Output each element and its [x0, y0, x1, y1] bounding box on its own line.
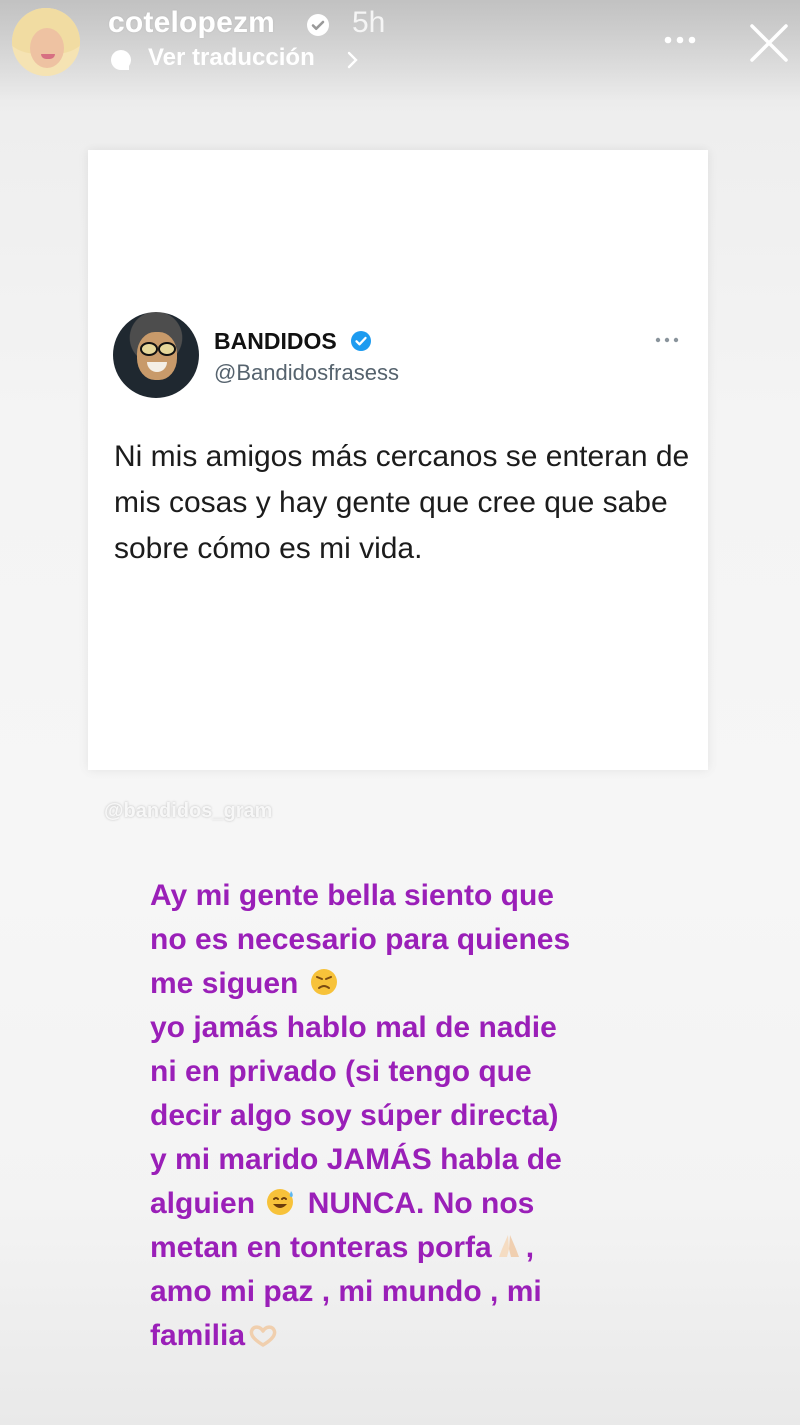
- caption-line: metan en tonteras porfa ,: [150, 1226, 670, 1270]
- tweet-avatar-face: [137, 332, 177, 380]
- caption-text: metan en tonteras porfa: [150, 1231, 492, 1264]
- more-icon[interactable]: [660, 28, 700, 52]
- angry-emoji: [310, 969, 337, 995]
- tweet-author-name: BANDIDOS: [214, 328, 337, 354]
- watermark: @bandidos_gram: [104, 800, 273, 822]
- praying-hands-emoji: [498, 1235, 519, 1257]
- caption-text: familia: [150, 1319, 246, 1352]
- caption-text: ,: [525, 1231, 535, 1264]
- tweet-card: BANDIDOS @Bandidosfrasess Ni mis amigos …: [88, 150, 708, 770]
- story-caption: Ay mi gente bella siento que no es neces…: [150, 874, 670, 1358]
- caption-line: yo jamás hablo mal de nadie: [150, 1011, 557, 1044]
- translate-link[interactable]: Ver traducción: [148, 44, 315, 72]
- tweet-avatar-glasses-right: [158, 342, 176, 356]
- avatar[interactable]: [12, 8, 80, 76]
- close-icon[interactable]: [746, 20, 792, 66]
- caption-line: familia: [150, 1314, 670, 1358]
- caption-line: no es necesario para quienes: [150, 923, 571, 956]
- caption-text: alguien: [150, 1187, 256, 1220]
- tweet-avatar: [113, 312, 199, 398]
- caption-line: y mi marido JAMÁS habla de: [150, 1143, 562, 1176]
- heart-hands-emoji: [249, 1325, 277, 1347]
- caption-line: ni en privado (si tengo que: [150, 1055, 532, 1088]
- translate-icon[interactable]: [108, 47, 134, 73]
- avatar-face: [30, 28, 64, 68]
- caption-text: NUNCA. No nos: [307, 1187, 535, 1220]
- post-time: 5h: [352, 6, 386, 39]
- chevron-right-icon: [347, 51, 358, 69]
- tweet-author-handle: @Bandidosfrasess: [214, 360, 399, 385]
- caption-text: me siguen: [150, 967, 299, 1000]
- sweat-smile-emoji: [267, 1189, 294, 1215]
- tweet-verified-icon: [351, 331, 371, 351]
- caption-line: Ay mi gente bella siento que: [150, 879, 554, 912]
- caption-line: me siguen: [150, 962, 670, 1006]
- tweet-more-icon: [655, 337, 679, 343]
- caption-line: alguien NUNCA. No nos: [150, 1182, 670, 1226]
- tweet-text: Ni mis amigos más cercanos se enteran de…: [114, 440, 690, 565]
- verified-icon: [307, 14, 329, 36]
- username[interactable]: cotelopezm: [108, 6, 275, 40]
- caption-line: amo mi paz , mi mundo , mi: [150, 1275, 542, 1308]
- tweet-avatar-glasses-left: [140, 342, 158, 356]
- caption-line: decir algo soy súper directa): [150, 1099, 559, 1132]
